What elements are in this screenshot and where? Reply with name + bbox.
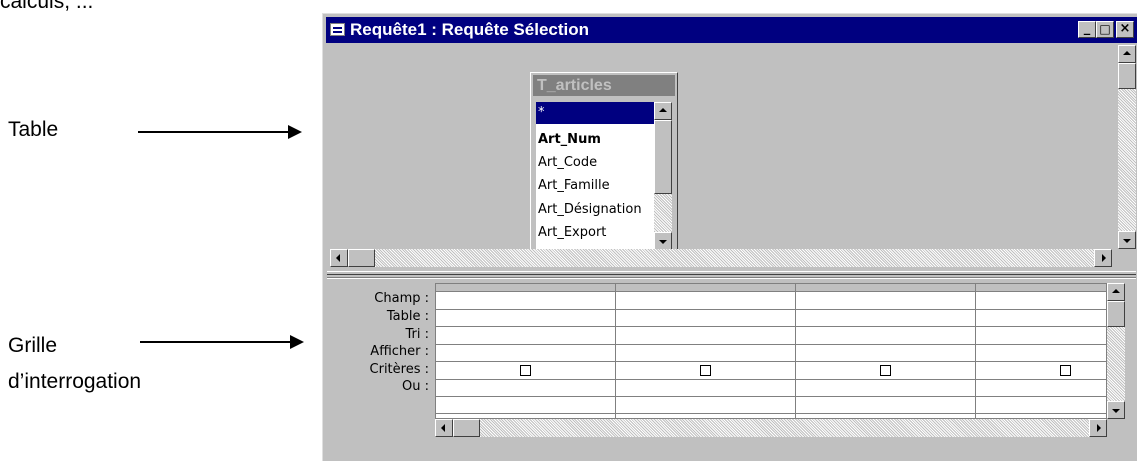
pane-scroll-down[interactable]	[1118, 231, 1136, 249]
show-checkbox-col1[interactable]	[520, 365, 531, 376]
arrow-down-icon	[1112, 409, 1120, 413]
grid-vscroll[interactable]	[1107, 283, 1125, 419]
grid-line	[436, 413, 1106, 414]
window-title: Requête1 : Requête Sélection	[350, 20, 590, 39]
table-box-t-articles[interactable]: T_articles * Art_Num Art_Code Art_Famill…	[530, 72, 678, 252]
pane-vscroll-thumb[interactable]	[1118, 63, 1136, 89]
arrow-right-icon	[1102, 254, 1106, 262]
table-pane-vscroll[interactable]	[1118, 45, 1136, 249]
column-selector-4[interactable]	[976, 284, 1106, 292]
label-table: Table	[8, 118, 59, 141]
grid-line	[436, 309, 1106, 310]
field-item-star[interactable]: *	[536, 102, 654, 124]
table-pane-hscroll[interactable]	[330, 249, 1112, 267]
grid-hscroll[interactable]	[435, 419, 1107, 437]
grid-scroll-up[interactable]	[1107, 283, 1125, 301]
arrow-to-grid	[140, 335, 304, 349]
show-checkbox-col3[interactable]	[880, 365, 891, 376]
row-label-tri: Tri :	[405, 327, 430, 342]
show-checkbox-col4[interactable]	[1060, 365, 1071, 376]
maximize-button[interactable]: □	[1096, 21, 1114, 38]
column-selector-3[interactable]	[796, 284, 976, 292]
field-list-scroll-down[interactable]	[654, 232, 672, 250]
grid-column-divider	[615, 284, 616, 418]
row-label-afficher: Afficher :	[370, 344, 429, 359]
field-list-scrollbar[interactable]	[654, 102, 672, 250]
arrow-to-table	[138, 125, 302, 139]
grid-hscroll-thumb[interactable]	[453, 419, 480, 437]
grid-line	[436, 326, 1106, 327]
show-checkbox-col2[interactable]	[700, 365, 711, 376]
doc-fragment-top: calculs, ...	[0, 0, 94, 13]
table-box-title[interactable]: T_articles	[533, 75, 675, 96]
field-list-scroll-thumb[interactable]	[654, 120, 672, 194]
grid-line	[436, 344, 1106, 345]
field-item-art-export[interactable]: Art_Export	[538, 222, 654, 244]
close-button[interactable]: ×	[1116, 21, 1134, 38]
arrow-up-icon	[659, 108, 667, 112]
query-window-icon[interactable]	[330, 23, 345, 36]
arrow-down-icon	[1123, 239, 1131, 243]
arrow-left-icon	[441, 424, 445, 432]
grid-scroll-down[interactable]	[1107, 401, 1125, 419]
label-grille: Grille	[8, 334, 58, 357]
pane-scroll-left[interactable]	[330, 249, 348, 267]
field-item-art-famille[interactable]: Art_Famille	[538, 175, 654, 197]
query-window: Requête1 : Requête Sélection _ □ × T_art…	[322, 13, 1137, 461]
grid-column-divider	[975, 284, 976, 418]
grid-column-divider	[795, 284, 796, 418]
row-label-table: Table :	[386, 309, 429, 324]
grid-line	[436, 361, 1106, 362]
grid-line	[436, 396, 1106, 397]
field-list-scroll-up[interactable]	[654, 102, 672, 120]
arrow-up-icon	[1112, 289, 1120, 293]
arrow-left-icon	[336, 254, 340, 262]
column-selector-1[interactable]	[436, 284, 616, 292]
field-item-art-designation[interactable]: Art_Désignation	[538, 199, 654, 221]
pane-scroll-up[interactable]	[1118, 45, 1136, 63]
table-pane[interactable]: T_articles * Art_Num Art_Code Art_Famill…	[330, 45, 1136, 267]
minimize-button[interactable]: _	[1078, 21, 1096, 38]
grid-scroll-right[interactable]	[1089, 419, 1107, 437]
pane-splitter[interactable]	[327, 271, 1136, 275]
row-label-criteres: Critères :	[369, 362, 429, 377]
arrow-up-icon	[1123, 51, 1131, 55]
grid-vscroll-thumb[interactable]	[1107, 301, 1125, 327]
query-design-grid[interactable]	[435, 283, 1107, 419]
arrow-down-icon	[659, 240, 667, 244]
grid-scroll-left[interactable]	[435, 419, 453, 437]
window-title-bar[interactable]: Requête1 : Requête Sélection _ □ ×	[326, 17, 1137, 43]
field-item-art-num[interactable]: Art_Num	[538, 129, 654, 151]
row-label-champ: Champ :	[374, 291, 429, 306]
column-selector-2[interactable]	[616, 284, 796, 292]
field-list[interactable]: * Art_Num Art_Code Art_Famille Art_Désig…	[536, 102, 654, 250]
pane-splitter-edge	[327, 277, 1136, 279]
arrow-right-icon	[1097, 424, 1101, 432]
grid-line	[436, 379, 1106, 380]
label-interrogation: d’interrogation	[8, 370, 142, 393]
pane-scroll-right[interactable]	[1094, 249, 1112, 267]
row-label-ou: Ou :	[402, 379, 429, 394]
field-item-art-code[interactable]: Art_Code	[538, 152, 654, 174]
pane-hscroll-thumb[interactable]	[348, 249, 375, 267]
